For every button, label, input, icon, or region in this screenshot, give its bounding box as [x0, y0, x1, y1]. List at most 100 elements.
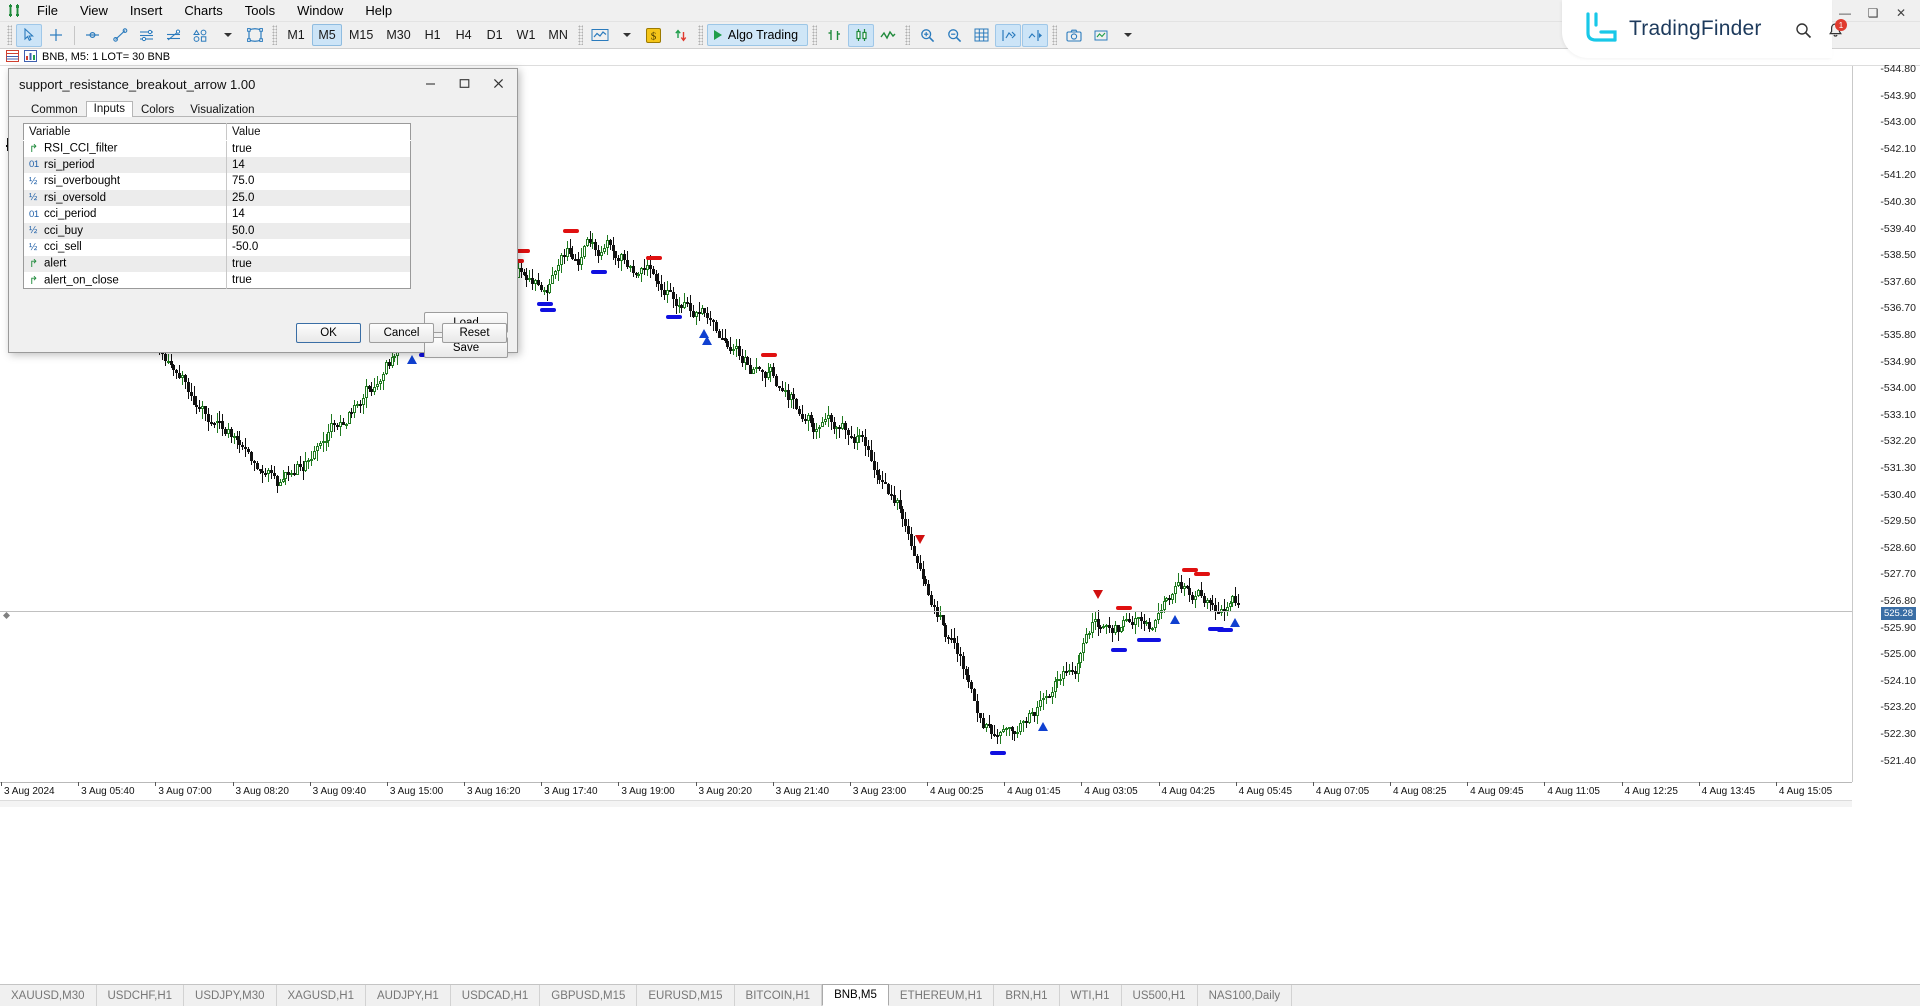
- chart-tab-xagusd-h1[interactable]: XAGUSD,H1: [277, 985, 366, 1006]
- indicator-line-icon[interactable]: [587, 24, 613, 47]
- chart-shift-button[interactable]: [1022, 24, 1048, 47]
- dialog-maximize-icon[interactable]: [447, 70, 481, 96]
- bar-chart-mode-button[interactable]: [821, 24, 847, 47]
- crosshair-tool-button[interactable]: [43, 24, 69, 47]
- grid-icon[interactable]: [968, 24, 994, 47]
- chart-tab-brn-h1[interactable]: BRN,H1: [994, 985, 1059, 1006]
- up-down-arrows-icon[interactable]: [668, 24, 694, 47]
- chart-tab-usdcad-h1[interactable]: USDCAD,H1: [451, 985, 540, 1006]
- table-row[interactable]: ↱alerttrue: [24, 256, 411, 273]
- toolbar-grip-6[interactable]: [905, 25, 910, 45]
- chart-tab-usdchf-h1[interactable]: USDCHF,H1: [97, 985, 185, 1006]
- table-row[interactable]: ↱alert_on_closetrue: [24, 272, 411, 289]
- toolbar-grip-3[interactable]: [578, 25, 583, 45]
- bell-icon[interactable]: 1: [1827, 22, 1844, 42]
- table-row[interactable]: 01cci_period14: [24, 206, 411, 223]
- toolbar-grip-2[interactable]: [272, 25, 277, 45]
- table-row[interactable]: ↱RSI_CCI_filtertrue: [24, 140, 411, 157]
- indicator-dropdown-icon[interactable]: [614, 24, 640, 47]
- maximize-button[interactable]: ❑: [1860, 3, 1886, 23]
- toolbar-grip[interactable]: [7, 25, 12, 45]
- tab-inputs[interactable]: Inputs: [86, 101, 133, 117]
- time-axis[interactable]: 3 Aug 20243 Aug 05:403 Aug 07:003 Aug 08…: [0, 782, 1852, 800]
- param-value-cell[interactable]: true: [227, 256, 411, 273]
- zoom-in-icon[interactable]: [914, 24, 940, 47]
- timeframe-h1[interactable]: H1: [418, 24, 448, 46]
- tab-common[interactable]: Common: [23, 102, 86, 117]
- algo-trading-button[interactable]: Algo Trading: [707, 24, 808, 46]
- timeframe-m15[interactable]: M15: [343, 24, 379, 46]
- toolbar-grip-4[interactable]: [698, 25, 703, 45]
- menu-item-view[interactable]: View: [69, 0, 119, 21]
- toolbar-grip-5[interactable]: [812, 25, 817, 45]
- camera-icon[interactable]: [1061, 24, 1087, 47]
- param-value-cell[interactable]: 50.0: [227, 223, 411, 240]
- chart-tab-bnb-m5[interactable]: BNB,M5: [822, 984, 889, 1006]
- table-row[interactable]: ½cci_buy50.0: [24, 223, 411, 240]
- vertical-line-tool-button[interactable]: [80, 24, 106, 47]
- templates-dropdown-icon[interactable]: [1115, 24, 1141, 47]
- horizontal-scrollbar[interactable]: [0, 800, 1852, 807]
- menu-item-window[interactable]: Window: [286, 0, 354, 21]
- menu-item-help[interactable]: Help: [354, 0, 403, 21]
- close-button[interactable]: ✕: [1888, 3, 1914, 23]
- param-value-cell[interactable]: 25.0: [227, 190, 411, 207]
- chart-tab-nas100-daily[interactable]: NAS100,Daily: [1198, 985, 1293, 1006]
- table-row[interactable]: 01rsi_period14: [24, 157, 411, 174]
- timeframe-m5[interactable]: M5: [312, 24, 342, 46]
- chart-tab-gbpusd-m15[interactable]: GBPUSD,M15: [540, 985, 637, 1006]
- param-value-cell[interactable]: true: [227, 272, 411, 289]
- market-watch-icon[interactable]: [24, 50, 37, 65]
- dialog-minimize-icon[interactable]: [413, 70, 447, 96]
- tab-colors[interactable]: Colors: [133, 102, 182, 117]
- menu-item-file[interactable]: File: [26, 0, 69, 21]
- auto-scroll-button[interactable]: [995, 24, 1021, 47]
- param-value-cell[interactable]: 75.0: [227, 173, 411, 190]
- timeframe-d1[interactable]: D1: [480, 24, 510, 46]
- menu-item-insert[interactable]: Insert: [119, 0, 174, 21]
- ok-button[interactable]: OK: [296, 323, 361, 343]
- timeframe-h4[interactable]: H4: [449, 24, 479, 46]
- param-value-cell[interactable]: true: [227, 140, 411, 157]
- templates-icon[interactable]: [1088, 24, 1114, 47]
- equidistant-channel-tool-button[interactable]: [134, 24, 160, 47]
- zoom-out-icon[interactable]: [941, 24, 967, 47]
- menu-item-charts[interactable]: Charts: [173, 0, 233, 21]
- select-region-tool-button[interactable]: [242, 24, 268, 47]
- dollar-square-icon[interactable]: $: [641, 24, 667, 47]
- reset-button[interactable]: Reset: [442, 323, 507, 343]
- chart-tab-eurusd-m15[interactable]: EURUSD,M15: [637, 985, 734, 1006]
- data-window-icon[interactable]: [6, 50, 19, 65]
- param-value-cell[interactable]: 14: [227, 206, 411, 223]
- dialog-title-bar[interactable]: support_resistance_breakout_arrow 1.00: [9, 69, 517, 99]
- timeframe-m1[interactable]: M1: [281, 24, 311, 46]
- cancel-button[interactable]: Cancel: [369, 323, 434, 343]
- param-value-cell[interactable]: -50.0: [227, 239, 411, 256]
- tab-visualization[interactable]: Visualization: [182, 102, 262, 117]
- chart-tab-audjpy-h1[interactable]: AUDJPY,H1: [366, 985, 451, 1006]
- table-row[interactable]: ½rsi_overbought75.0: [24, 173, 411, 190]
- chart-tab-xauusd-m30[interactable]: XAUUSD,M30: [0, 985, 97, 1006]
- price-axis[interactable]: -544.80-543.90-543.00-542.10-541.20-540.…: [1852, 66, 1920, 782]
- chart-tab-us500-h1[interactable]: US500,H1: [1122, 985, 1198, 1006]
- fibonacci-tool-button[interactable]: [161, 24, 187, 47]
- timeframe-mn[interactable]: MN: [542, 24, 573, 46]
- chart-tab-wti-h1[interactable]: WTI,H1: [1060, 985, 1122, 1006]
- shapes-tool-button[interactable]: [188, 24, 214, 47]
- menu-item-tools[interactable]: Tools: [234, 0, 286, 21]
- timeframe-m30[interactable]: M30: [380, 24, 416, 46]
- table-row[interactable]: ½cci_sell-50.0: [24, 239, 411, 256]
- line-chart-mode-button[interactable]: [875, 24, 901, 47]
- shapes-dropdown-icon[interactable]: [215, 24, 241, 47]
- chart-tab-ethereum-h1[interactable]: ETHEREUM,H1: [889, 985, 994, 1006]
- chart-tab-bitcoin-h1[interactable]: BITCOIN,H1: [735, 985, 823, 1006]
- candlestick-mode-button[interactable]: [848, 24, 874, 47]
- timeframe-w1[interactable]: W1: [511, 24, 542, 46]
- dialog-close-icon[interactable]: [481, 70, 515, 96]
- param-value-cell[interactable]: 14: [227, 157, 411, 174]
- toolbar-grip-7[interactable]: [1052, 25, 1057, 45]
- search-icon[interactable]: [1795, 22, 1812, 42]
- trendline-tool-button[interactable]: [107, 24, 133, 47]
- cursor-tool-button[interactable]: [16, 24, 42, 47]
- chart-tab-usdjpy-m30[interactable]: USDJPY,M30: [184, 985, 276, 1006]
